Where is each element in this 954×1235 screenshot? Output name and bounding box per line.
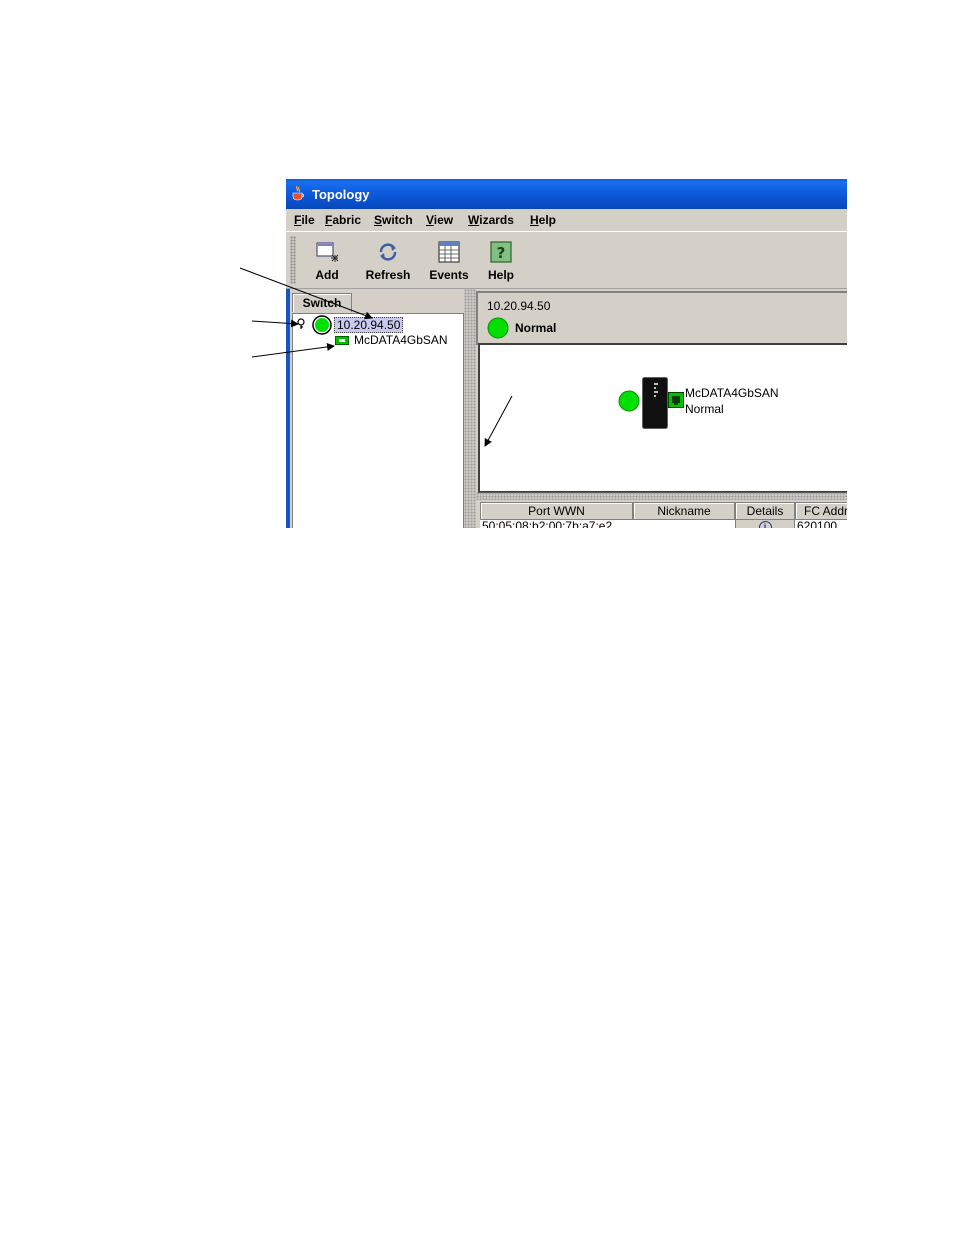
topology-canvas[interactable]: McDATA4GbSAN Normal	[478, 343, 847, 493]
window-title: Topology	[312, 187, 370, 202]
status-ok-icon	[487, 317, 509, 339]
java-cup-icon	[292, 185, 304, 201]
menu-fabric[interactable]: Fabric	[325, 213, 361, 227]
info-icon: i	[758, 521, 772, 528]
help-button[interactable]: ? Help	[484, 236, 518, 282]
column-header-nickname[interactable]: Nickname	[633, 502, 735, 520]
switch-port-icon	[668, 392, 684, 408]
left-edge	[286, 289, 290, 528]
menu-file[interactable]: File	[294, 213, 315, 227]
svg-text:?: ?	[497, 244, 506, 262]
help-label: Help	[487, 268, 514, 282]
fabric-status-icon[interactable]	[312, 315, 332, 335]
topology-window: Topology File Fabric Switch View Wizards…	[286, 179, 847, 528]
events-button[interactable]: Events	[426, 236, 472, 282]
switch-tree: 10.20.94.50 McDATA4GbSAN	[292, 313, 464, 528]
canvas-splitter[interactable]	[476, 492, 847, 500]
refresh-label: Refresh	[365, 268, 411, 282]
tree-node-fabric[interactable]: 10.20.94.50	[334, 317, 404, 333]
toolbar-grip[interactable]	[290, 236, 296, 284]
table-cell-nickname[interactable]	[635, 519, 733, 528]
refresh-button[interactable]: Refresh	[362, 236, 414, 282]
menu-wizards[interactable]: Wizards	[468, 213, 514, 227]
menu-bar: File Fabric Switch View Wizards Help	[286, 209, 847, 231]
add-label: Add	[315, 268, 339, 282]
right-panel: 10.20.94.50 Normal McDATA4GbSAN Normal P…	[476, 289, 847, 528]
table-cell-port-wwn[interactable]: 50:05:08:b2:00:7b:a7:e2	[482, 519, 631, 528]
menu-view[interactable]: View	[426, 213, 453, 227]
events-label: Events	[429, 268, 469, 282]
table-cell-fc-addr[interactable]: 620100	[797, 519, 847, 528]
fabric-status-panel: 10.20.94.50 Normal	[476, 291, 847, 345]
pane-splitter[interactable]	[464, 289, 476, 528]
switch-name-label: McDATA4GbSAN	[685, 386, 779, 400]
add-button[interactable]: Add	[312, 236, 342, 282]
refresh-icon	[379, 243, 397, 261]
status-text: Normal	[515, 321, 557, 335]
switch-status-icon	[618, 390, 640, 412]
switch-device-icon[interactable]	[642, 377, 668, 429]
tab-switch[interactable]: Switch	[292, 293, 352, 312]
column-header-details[interactable]: Details	[735, 502, 795, 520]
switch-status-label: Normal	[685, 402, 724, 416]
port-table: Port WWN Nickname Details FC Addr 50:05:…	[480, 502, 847, 528]
switch-node-icon	[335, 336, 349, 345]
tree-node-switch[interactable]: McDATA4GbSAN	[354, 333, 448, 347]
status-ip: 10.20.94.50	[487, 299, 551, 313]
details-button[interactable]: i	[735, 519, 795, 528]
title-bar[interactable]: Topology	[286, 179, 847, 209]
left-panel: Switch 10.20.94.50 McDATA4GbSAN	[286, 289, 464, 528]
menu-switch[interactable]: Switch	[374, 213, 413, 227]
events-table-icon	[438, 241, 460, 263]
add-switch-icon	[316, 242, 339, 262]
expand-key-icon[interactable]	[296, 318, 306, 330]
menu-help[interactable]: Help	[530, 213, 556, 227]
toolbar: Add Refresh Events ? Help	[286, 231, 847, 289]
column-header-fc-addr[interactable]: FC Addr	[795, 502, 847, 520]
column-header-port-wwn[interactable]: Port WWN	[480, 502, 633, 520]
help-icon: ?	[490, 241, 512, 263]
